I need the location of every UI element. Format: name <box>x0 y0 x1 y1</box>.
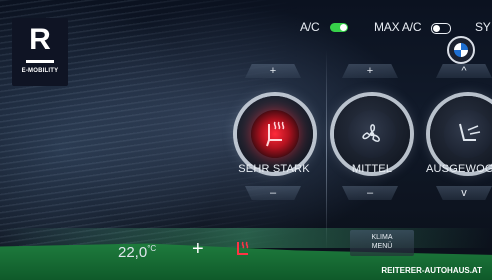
climate-menu-label-1: KLIMA <box>371 234 393 241</box>
plus-label: + <box>366 65 374 77</box>
fan-increase-button[interactable]: + <box>342 64 398 78</box>
dial-center <box>348 110 396 158</box>
toggle-knob <box>433 25 440 32</box>
temperature-display[interactable]: 22,0°C <box>118 244 156 261</box>
bmw-roundel-icon <box>447 36 475 64</box>
fan-icon <box>362 124 380 142</box>
minus-label: – <box>269 187 277 199</box>
max-ac-label: MAX A/C <box>374 20 422 34</box>
up-label: ^ <box>461 65 467 77</box>
website-label: REITERER-AUTOHAUS.AT <box>381 266 482 275</box>
fan-speed-dial[interactable] <box>334 96 410 172</box>
air-distribution-level-label: AUSGEWOGEN <box>426 163 492 175</box>
ac-label: A/C <box>300 20 320 34</box>
section-divider <box>326 50 327 250</box>
airflow-down-button[interactable]: v <box>436 186 492 200</box>
seat-heat-increase-button[interactable]: + <box>245 64 301 78</box>
sync-label[interactable]: SY <box>475 20 491 34</box>
screenshot: R E-MOBILITY A/C MAX A/C SY + SEHR STARK… <box>0 0 492 280</box>
seat-heating-level-label: SEHR STARK <box>238 163 310 175</box>
logo-caption: E-MOBILITY <box>21 68 59 74</box>
minus-label: – <box>366 187 374 199</box>
fan-decrease-button[interactable]: – <box>342 186 398 200</box>
seat-heating-dial[interactable] <box>237 96 313 172</box>
ac-toggle[interactable] <box>330 23 348 32</box>
airflow-up-button[interactable]: ^ <box>436 64 492 78</box>
brand-logo: R E-MOBILITY <box>12 18 68 86</box>
seat-heating-icon <box>266 121 285 147</box>
seat-heating-shortcut-icon[interactable] <box>234 240 256 260</box>
plus-label: + <box>269 65 277 77</box>
seat-airflow-icon <box>459 123 481 141</box>
max-ac-toggle[interactable] <box>431 23 451 34</box>
seat-heat-decrease-button[interactable]: – <box>245 186 301 200</box>
fan-level-label: MITTEL <box>351 163 393 175</box>
temperature-value: 22,0 <box>118 244 148 261</box>
climate-menu-label-2: MENÜ <box>371 243 393 250</box>
toggle-knob <box>340 24 347 31</box>
dial-center <box>444 110 492 158</box>
temperature-unit: °C <box>147 244 157 253</box>
down-label: v <box>461 187 467 199</box>
temperature-increase-button[interactable]: + <box>192 238 204 261</box>
logo-letter: R <box>29 23 51 56</box>
climate-menu-button[interactable]: KLIMA MENÜ <box>350 230 414 256</box>
dial-center <box>251 110 299 158</box>
logo-underline <box>26 60 54 63</box>
